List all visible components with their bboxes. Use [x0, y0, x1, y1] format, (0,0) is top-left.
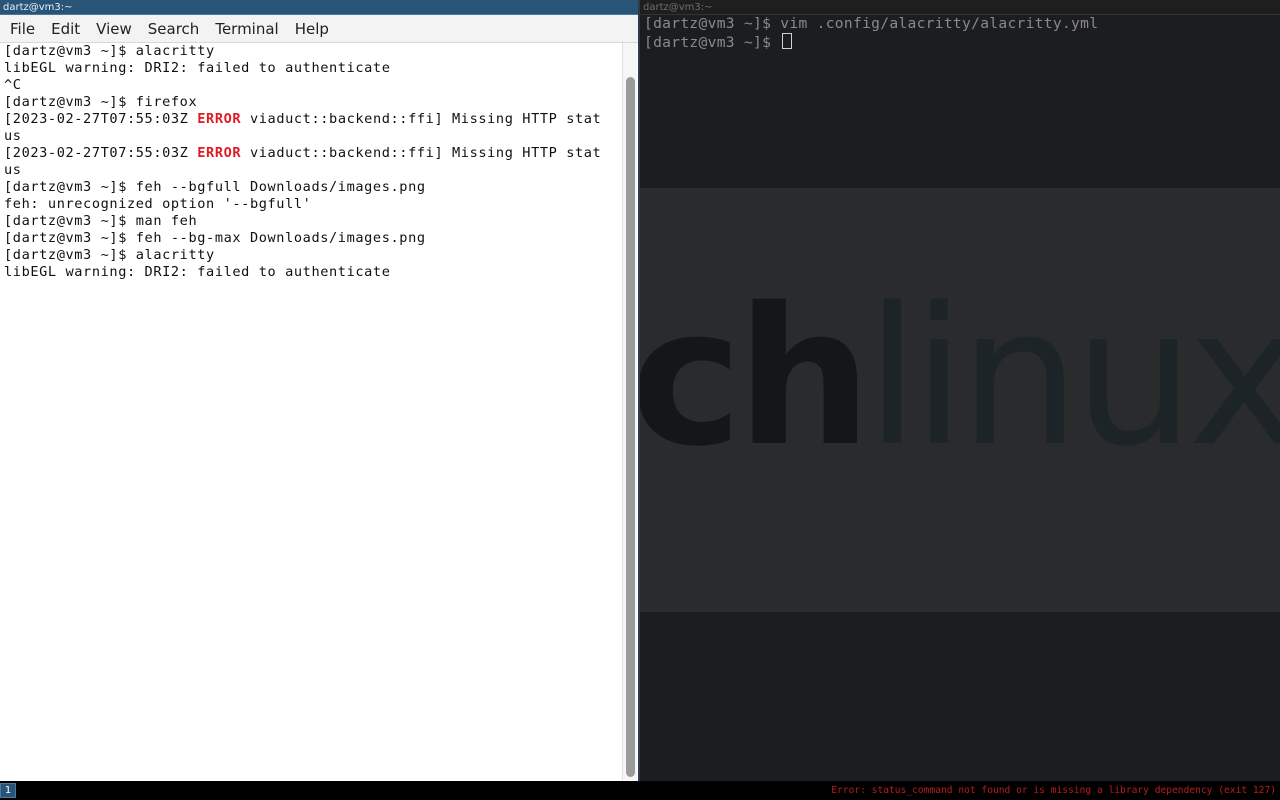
- menubar: File Edit View Search Terminal Help: [0, 15, 638, 43]
- menu-file[interactable]: File: [2, 15, 43, 43]
- terminal-line: [dartz@vm3 ~]$ alacritty: [4, 247, 215, 263]
- status-error-text: Error: status_command not found or is mi…: [831, 785, 1276, 796]
- menu-search[interactable]: Search: [140, 15, 208, 43]
- terminal-line: [2023-02-27T07:55:03Z ERROR viaduct::bac…: [4, 145, 618, 162]
- terminal-line: libEGL warning: DRI2: failed to authenti…: [4, 60, 391, 76]
- menu-view[interactable]: View: [88, 15, 140, 43]
- menu-terminal[interactable]: Terminal: [207, 15, 286, 43]
- terminal-line: libEGL warning: DRI2: failed to authenti…: [4, 264, 391, 280]
- terminal-line: [dartz@vm3 ~]$ feh --bg-max Downloads/im…: [4, 230, 426, 246]
- terminal-line: [dartz@vm3 ~]$ alacritty: [4, 43, 215, 59]
- terminal-line: feh: unrecognized option '--bgfull': [4, 196, 312, 212]
- left-window-titlebar[interactable]: dartz@vm3:~: [0, 0, 638, 15]
- text-cursor: [782, 33, 793, 49]
- terminal-line: us: [4, 162, 22, 178]
- prompt: [dartz@vm3 ~]$: [644, 34, 781, 51]
- terminal-line: [dartz@vm3 ~]$ feh --bgfull Downloads/im…: [4, 179, 426, 195]
- terminal-line: [dartz@vm3 ~]$ man feh: [4, 213, 198, 229]
- right-terminal-output[interactable]: [dartz@vm3 ~]$ vim .config/alacritty/ala…: [644, 15, 1274, 775]
- terminal-line: [dartz@vm3 ~]$ vim .config/alacritty/ala…: [644, 15, 1099, 32]
- terminal-line: [2023-02-27T07:55:03Z ERROR viaduct::bac…: [4, 111, 618, 128]
- log-message: viaduct::backend::ffi] Missing HTTP stat: [241, 145, 602, 161]
- terminal-line: ^C: [4, 77, 22, 93]
- left-terminal-output[interactable]: [dartz@vm3 ~]$ alacritty libEGL warning:…: [4, 43, 618, 778]
- error-label: ERROR: [197, 111, 242, 127]
- right-terminal-window[interactable]: dartz@vm3:~ chlinux [dartz@vm3 ~]$ vim .…: [640, 0, 1280, 781]
- log-timestamp: [2023-02-27T07:55:03Z: [4, 111, 198, 127]
- right-window-titlebar[interactable]: dartz@vm3:~: [640, 0, 1280, 15]
- workspace-button-1[interactable]: 1: [0, 783, 16, 798]
- terminal-line: [dartz@vm3 ~]$ firefox: [4, 94, 198, 110]
- log-timestamp: [2023-02-27T07:55:03Z: [4, 145, 198, 161]
- scrollbar-thumb[interactable]: [626, 77, 635, 777]
- terminal-prompt-line[interactable]: [dartz@vm3 ~]$: [644, 33, 1274, 51]
- terminal-line: us: [4, 128, 22, 144]
- error-label: ERROR: [197, 145, 242, 161]
- log-message: viaduct::backend::ffi] Missing HTTP stat: [241, 111, 602, 127]
- menu-edit[interactable]: Edit: [43, 15, 88, 43]
- status-bar: 1 Error: status_command not found or is …: [0, 781, 1280, 800]
- menu-help[interactable]: Help: [287, 15, 337, 43]
- left-terminal-window[interactable]: dartz@vm3:~ File Edit View Search Termin…: [0, 0, 640, 781]
